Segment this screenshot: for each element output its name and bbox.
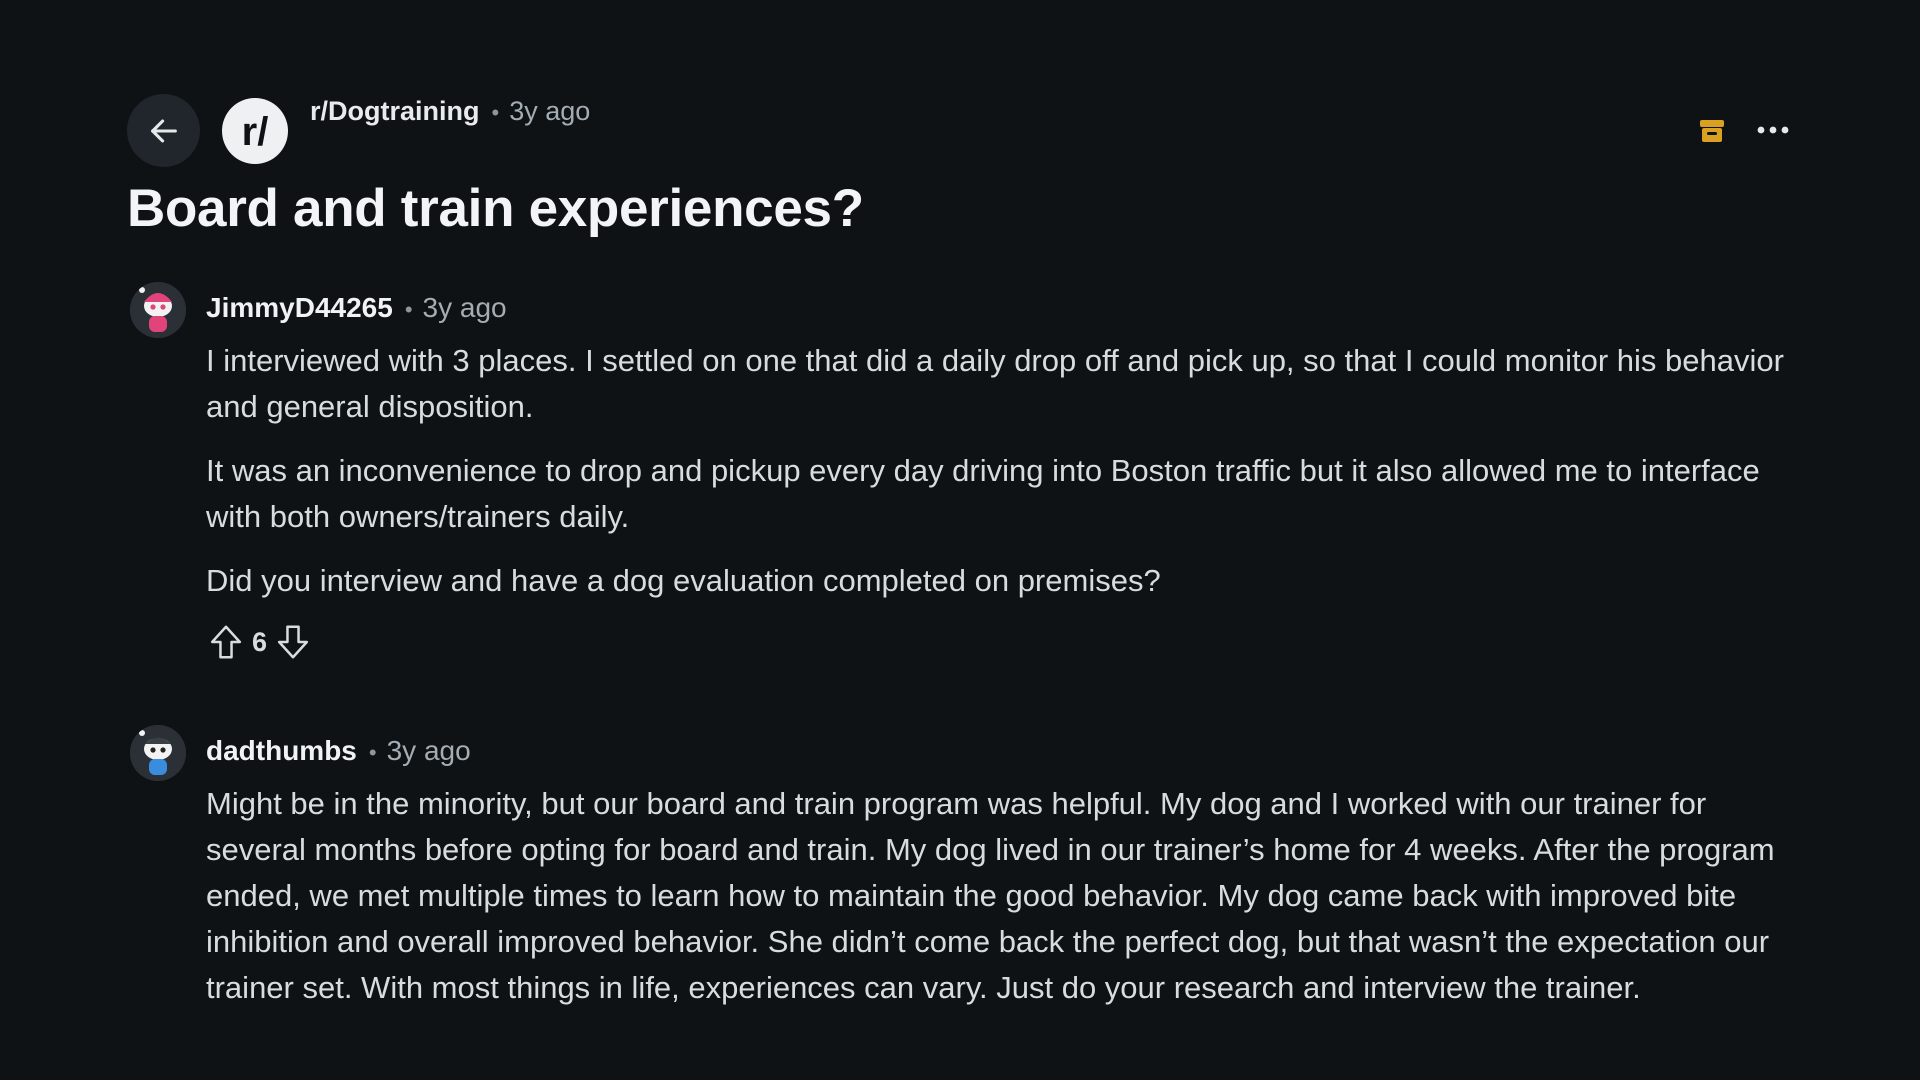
meta-separator: •	[404, 297, 413, 322]
comment-paragraph: I interviewed with 3 places. I settled o…	[206, 343, 1784, 424]
comment-paragraph: It was an inconvenience to drop and pick…	[206, 453, 1760, 534]
vote-bar: 6	[206, 622, 313, 662]
more-horizontal-icon	[1757, 126, 1789, 134]
post-header: r/ r/Dogtraining • 3y ago	[127, 94, 1789, 172]
comment-body: I interviewed with 3 places. I settled o…	[206, 338, 1806, 622]
arrow-up-icon	[210, 625, 242, 659]
back-button[interactable]	[127, 94, 200, 167]
user-avatar[interactable]	[130, 725, 186, 781]
snoo-avatar-icon	[130, 282, 186, 338]
post-age: 3y ago	[509, 96, 591, 126]
comment-paragraph: Might be in the minority, but our board …	[206, 786, 1775, 1005]
comment-paragraph: Did you interview and have a dog evaluat…	[206, 563, 1161, 598]
comment: dadthumbs • 3y ago Might be in the minor…	[130, 725, 1810, 1080]
post-meta: r/Dogtraining • 3y ago	[310, 96, 590, 127]
vote-score: 6	[252, 626, 268, 657]
arrow-down-icon	[277, 625, 309, 659]
comment-header: dadthumbs • 3y ago	[206, 735, 471, 767]
comment-username[interactable]: JimmyD44265	[206, 292, 393, 324]
subreddit-logo-icon: r/	[242, 110, 269, 153]
archive-button[interactable]	[1697, 116, 1727, 146]
snoo-avatar-icon	[130, 725, 186, 781]
post-title: Board and train experiences?	[127, 179, 864, 238]
comment: JimmyD44265 • 3y ago I interviewed with …	[130, 282, 1810, 682]
arrow-left-icon	[150, 119, 177, 142]
subreddit-name[interactable]: r/Dogtraining	[310, 96, 480, 127]
comment-age: 3y ago	[422, 292, 507, 323]
upvote-button[interactable]	[206, 622, 246, 662]
subreddit-avatar[interactable]: r/	[222, 98, 288, 164]
comment-age: 3y ago	[386, 735, 471, 766]
subreddit-logo-text: r/	[242, 110, 269, 153]
meta-separator: •	[368, 740, 377, 765]
more-options-button[interactable]	[1751, 110, 1795, 150]
comment-body: Might be in the minority, but our board …	[206, 781, 1806, 1029]
downvote-button[interactable]	[273, 622, 313, 662]
comment-header: JimmyD44265 • 3y ago	[206, 292, 507, 324]
meta-separator: •	[491, 100, 500, 125]
archive-icon	[1700, 120, 1724, 142]
comment-username[interactable]: dadthumbs	[206, 735, 357, 767]
user-avatar[interactable]	[130, 282, 186, 338]
